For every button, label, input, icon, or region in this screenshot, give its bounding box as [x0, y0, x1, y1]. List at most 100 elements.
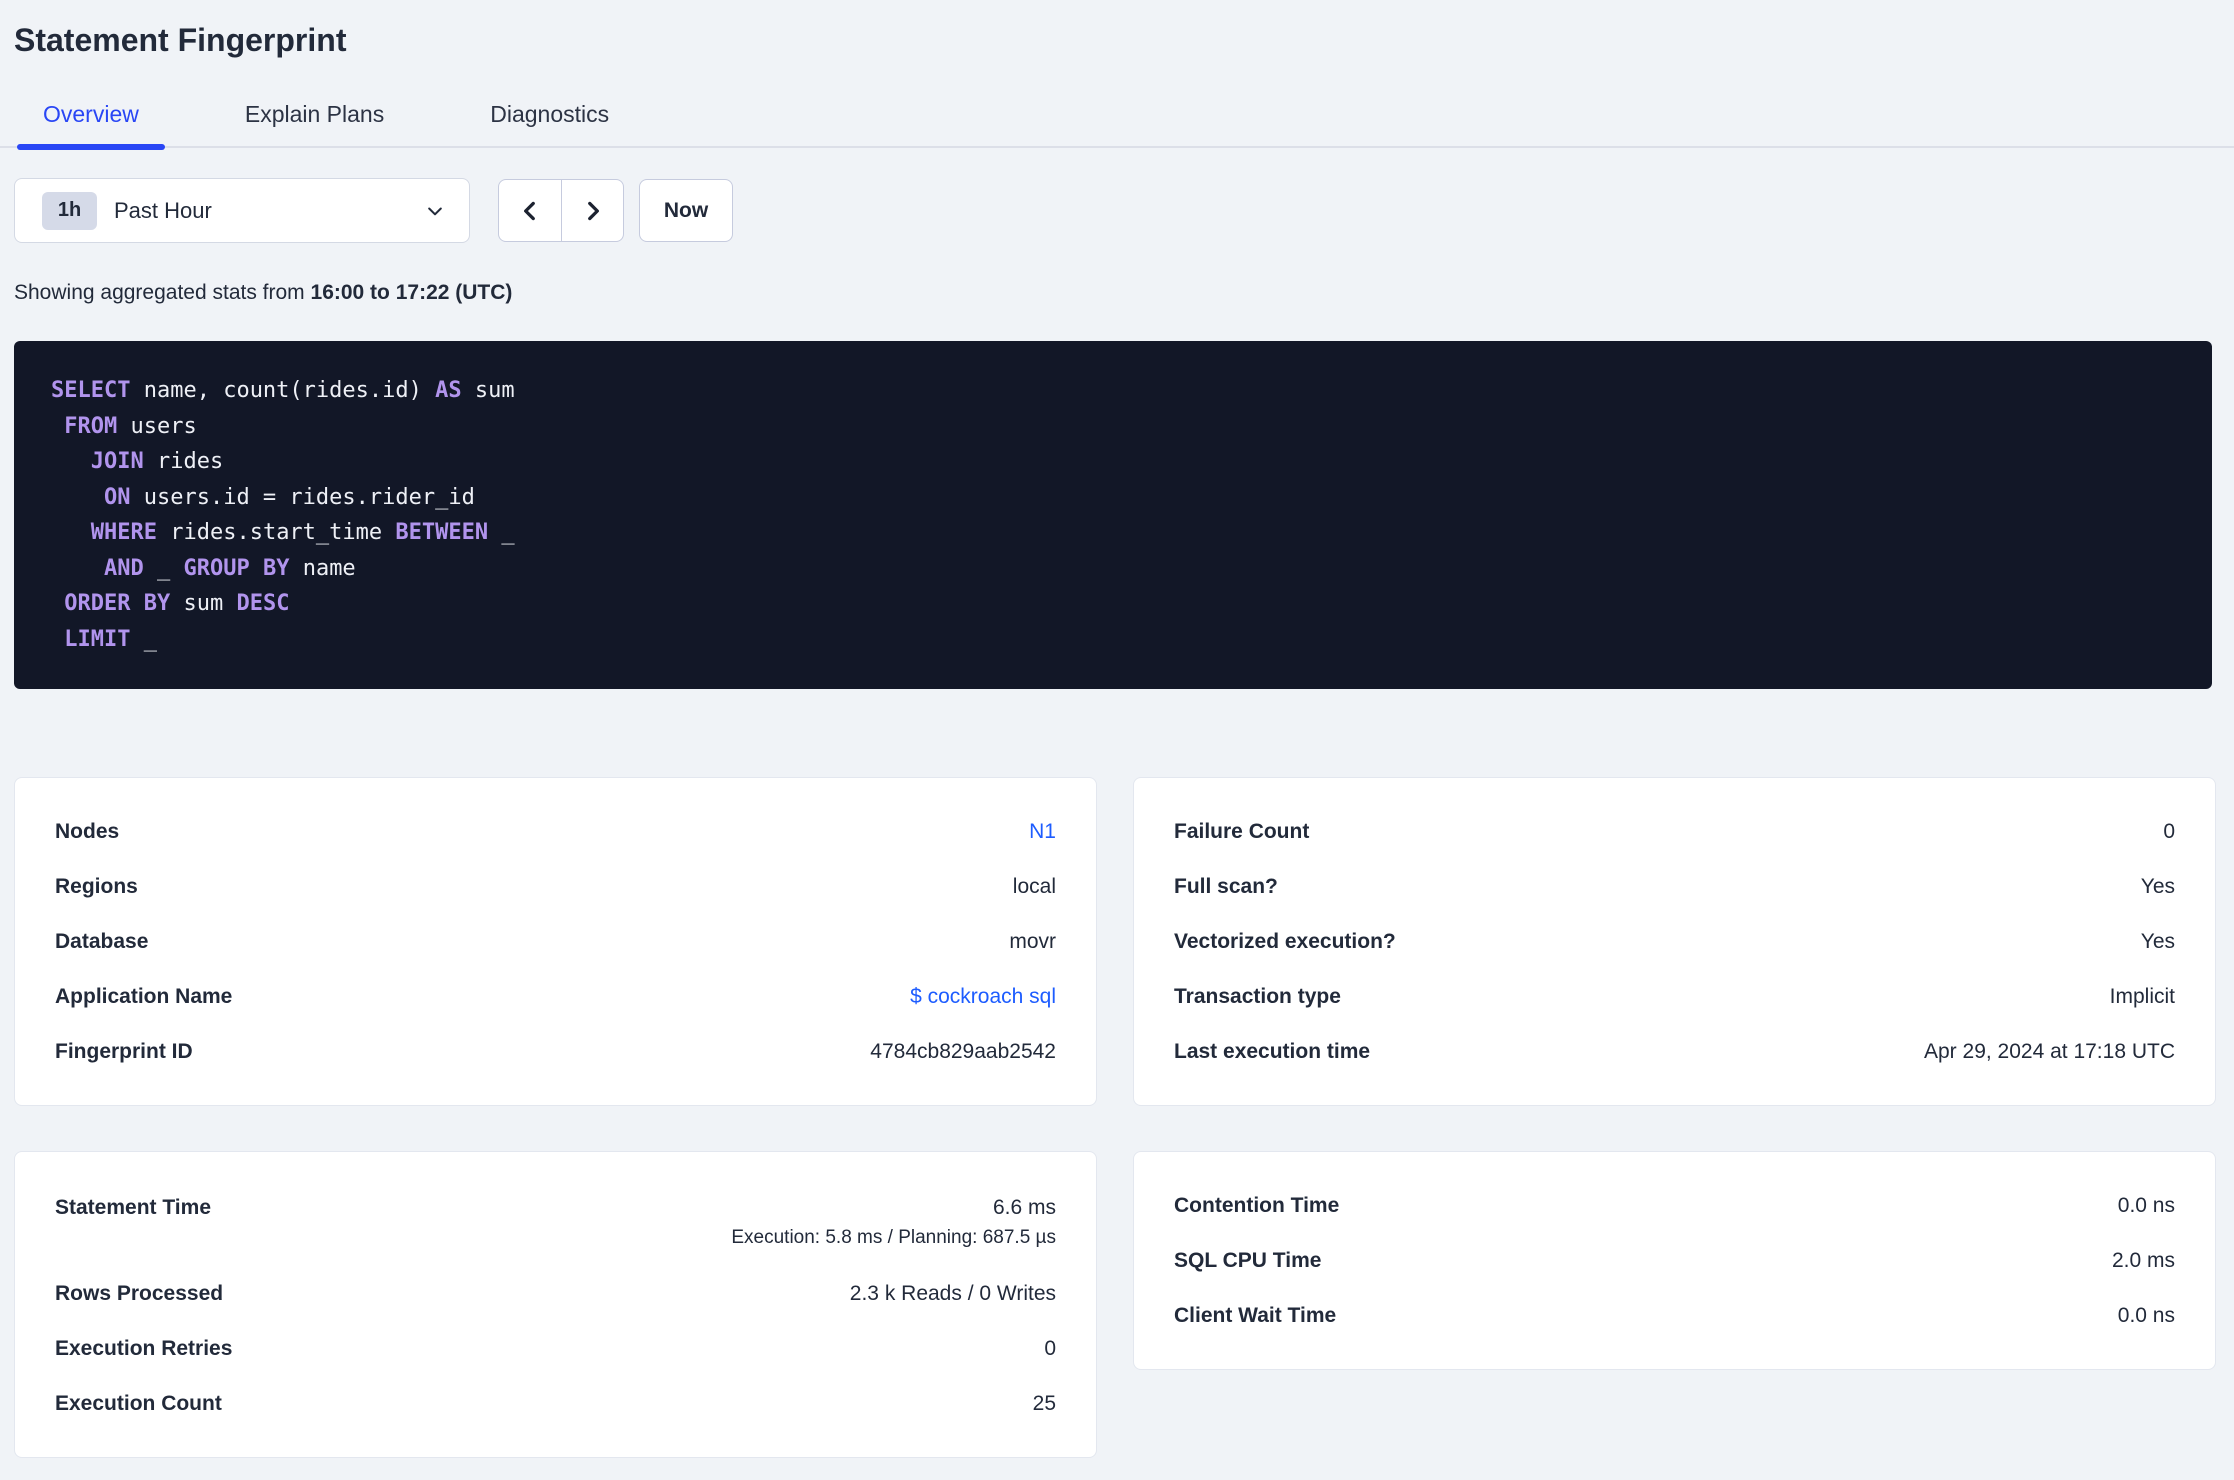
row-label: Regions — [55, 874, 138, 898]
sql-keyword: SELECT — [51, 378, 131, 403]
info-row-main: Contention Time 0.0 ns — [1174, 1194, 2175, 1218]
info-row-main: Execution Count 25 — [55, 1392, 1056, 1416]
row-value: 25 — [1032, 1391, 1056, 1415]
timing-cards-grid: Statement Time 6.6 ms Execution: 5.8 ms / … — [14, 1151, 2220, 1458]
row-value: 2.3 k Reads / 0 Writes — [849, 1281, 1056, 1305]
sql-line: SELECT name, count(rides.id) AS sum — [51, 373, 2175, 409]
row-value: Yes — [2140, 929, 2175, 953]
info-row-main: Failure Count 0 — [1174, 820, 2175, 844]
sql-line: WHERE rides.start_time BETWEEN _ — [51, 515, 2175, 551]
row-label: Statement Time — [55, 1195, 211, 1219]
info-row: Statement Time 6.6 ms Execution: 5.8 ms / … — [55, 1178, 1056, 1266]
sql-text: name, count(rides.id) — [130, 378, 436, 403]
row-label: Full scan? — [1174, 874, 1278, 898]
row-value: 0 — [1044, 1336, 1056, 1360]
sql-text: _ — [488, 520, 515, 545]
info-row: Contention Time 0.0 ns — [1174, 1178, 2175, 1233]
sql-keyword: ON — [103, 484, 131, 510]
statement-details-card: Nodes N1 Regions local Database movr Applicati… — [14, 777, 1097, 1106]
sql-text: _ — [143, 555, 184, 581]
time-step-buttons — [498, 179, 624, 242]
row-label: Client Wait Time — [1174, 1303, 1337, 1327]
row-label: Failure Count — [1174, 819, 1310, 843]
tab-label: Explain Plans — [244, 101, 385, 127]
info-row: Vectorized execution? Yes — [1174, 914, 2175, 969]
info-row-main: Database movr — [55, 930, 1056, 954]
sql-text: users — [117, 413, 197, 439]
info-row: Rows Processed 2.3 k Reads / 0 Writes — [55, 1266, 1056, 1321]
info-row: Execution Count 25 — [55, 1376, 1056, 1431]
statement-time-card: Statement Time 6.6 ms Execution: 5.8 ms / … — [14, 1151, 1097, 1458]
tab-label: Overview — [43, 101, 139, 127]
tab-diagnostics[interactable]: Diagnostics — [464, 87, 635, 146]
sql-text: users.id = rides.rider_id — [130, 484, 475, 510]
info-row-main: SQL CPU Time 2.0 ms — [1174, 1249, 2175, 1273]
row-label: Execution Retries — [55, 1336, 233, 1360]
row-label: Transaction type — [1174, 984, 1341, 1008]
info-row-main: Application Name $ cockroach sql — [55, 985, 1056, 1009]
info-row: Client Wait Time 0.0 ns — [1174, 1288, 2175, 1343]
row-value: local — [1012, 874, 1056, 898]
info-row-main: Execution Retries 0 — [55, 1337, 1056, 1361]
info-row-main: Rows Processed 2.3 k Reads / 0 Writes — [55, 1282, 1056, 1306]
chevron-left-icon — [517, 198, 543, 224]
stats-time-range: 16:00 to 17:22 (UTC) — [310, 281, 513, 304]
info-row: Nodes N1 — [55, 804, 1056, 859]
sql-text: name — [289, 555, 356, 581]
info-row-main: Last execution time Apr 29, 2024 at 17:18… — [1174, 1040, 2175, 1064]
tab-label: Diagnostics — [490, 101, 610, 127]
page-title: Statement Fingerprint — [14, 22, 347, 58]
row-label: Rows Processed — [55, 1281, 224, 1305]
prev-interval-button[interactable] — [499, 180, 561, 241]
row-label: SQL CPU Time — [1174, 1248, 1322, 1272]
info-row: Failure Count 0 — [1174, 804, 2175, 859]
tab-explain-plans[interactable]: Explain Plans — [219, 87, 410, 146]
now-button[interactable]: Now — [639, 179, 733, 242]
info-row-main: Vectorized execution? Yes — [1174, 930, 2175, 954]
row-value-link[interactable]: $ cockroach sql — [910, 985, 1056, 1009]
row-value: 6.6 ms — [992, 1195, 1056, 1219]
sql-keyword: DESC — [236, 591, 290, 616]
info-row: Fingerprint ID 4784cb829aab2542 — [55, 1024, 1056, 1079]
sql-statement-box: SELECT name, count(rides.id) AS sum FROM… — [14, 341, 2212, 689]
row-label: Nodes — [55, 819, 120, 843]
info-row-main: Regions local — [55, 875, 1056, 899]
row-label: Fingerprint ID — [55, 1039, 193, 1063]
row-value: Yes — [2140, 874, 2175, 898]
row-value: 0 — [2163, 819, 2175, 843]
info-row: Database movr — [55, 914, 1056, 969]
sql-keyword: LIMIT — [64, 626, 131, 652]
sql-keyword: WHERE — [90, 520, 157, 545]
row-value-link[interactable]: N1 — [1029, 820, 1056, 844]
tab-bar: Overview Explain Plans Diagnostics — [0, 87, 2234, 150]
row-value: movr — [1009, 929, 1056, 953]
sql-keyword: AND — [103, 555, 144, 581]
row-subvalue: Execution: 5.8 ms / Planning: 687.5 µs — [731, 1226, 1056, 1248]
time-range-dropdown[interactable]: 1h Past Hour — [14, 178, 470, 243]
chevron-down-icon — [425, 201, 445, 221]
row-value: 4784cb829aab2542 — [870, 1039, 1056, 1063]
info-row-main: Fingerprint ID 4784cb829aab2542 — [55, 1040, 1056, 1064]
row-label: Execution Count — [55, 1391, 222, 1415]
sql-keyword: FROM — [64, 413, 118, 439]
sql-line: ORDER BY sum DESC — [51, 586, 2175, 622]
chevron-right-icon — [580, 198, 606, 224]
info-row-main: Full scan? Yes — [1174, 875, 2175, 899]
sql-keyword: BETWEEN — [395, 520, 489, 545]
info-row-main: Transaction type Implicit — [1174, 985, 2175, 1009]
tab-overview[interactable]: Overview — [17, 87, 165, 150]
info-row-main: Statement Time 6.6 ms — [55, 1196, 1056, 1220]
info-row: Transaction type Implicit — [1174, 969, 2175, 1024]
info-row: Last execution time Apr 29, 2024 at 17:18… — [1174, 1024, 2175, 1079]
time-toolbar: 1h Past Hour Now — [14, 178, 2220, 243]
row-value: Implicit — [2109, 984, 2175, 1008]
row-label: Vectorized execution? — [1174, 929, 1396, 953]
next-interval-button[interactable] — [561, 180, 623, 241]
